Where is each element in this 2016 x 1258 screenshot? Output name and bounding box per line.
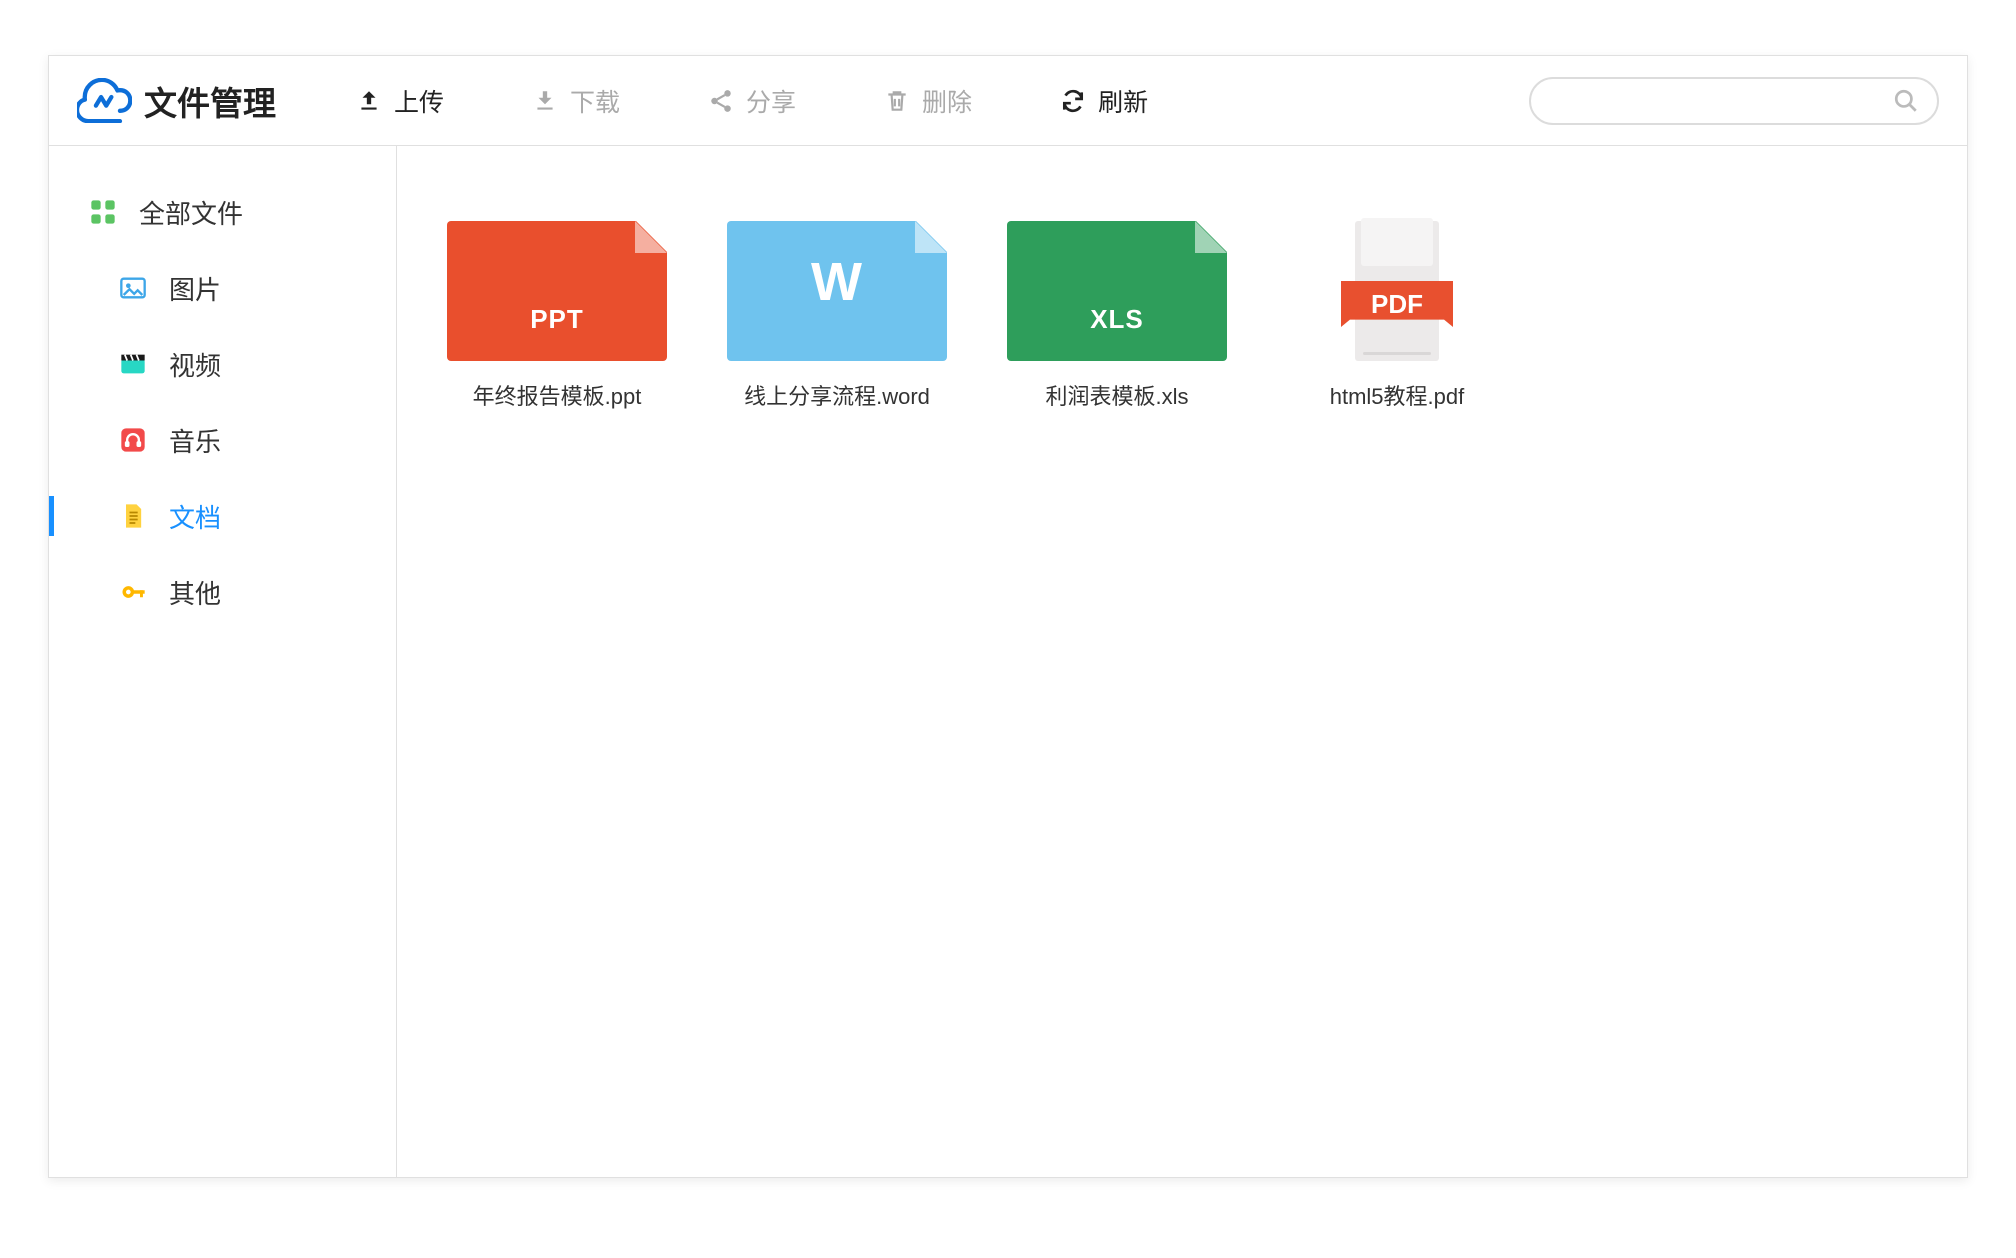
download-label: 下载 <box>570 83 620 119</box>
sidebar-item-label: 视频 <box>169 346 221 383</box>
sidebar-item-music[interactable]: 音乐 <box>49 402 396 478</box>
clapper-icon <box>119 350 147 378</box>
file-item-xls[interactable]: XLS 利润表模板.xls <box>1007 221 1227 411</box>
sidebar-item-videos[interactable]: 视频 <box>49 326 396 402</box>
sidebar: 全部文件 图片 视频 音乐 <box>49 146 397 1177</box>
header: 文件管理 上传 下载 分享 <box>49 56 1967 146</box>
main: PPT 年终报告模板.ppt W 线上分享流程.word <box>397 146 1967 1177</box>
word-file-icon: W <box>727 221 947 361</box>
body: 全部文件 图片 视频 音乐 <box>49 146 1967 1177</box>
refresh-icon <box>1060 88 1086 114</box>
sidebar-item-others[interactable]: 其他 <box>49 554 396 630</box>
file-type-badge: W <box>727 251 947 313</box>
toolbar: 上传 下载 分享 删除 <box>356 83 1529 119</box>
file-label: html5教程.pdf <box>1330 379 1465 411</box>
file-item-pdf[interactable]: PDF html5教程.pdf <box>1287 221 1507 411</box>
download-icon <box>532 88 558 114</box>
xls-file-icon: XLS <box>1007 221 1227 361</box>
search-input[interactable] <box>1549 89 1893 112</box>
app-title: 文件管理 <box>144 77 276 125</box>
app-window: 文件管理 上传 下载 分享 <box>48 55 1968 1178</box>
pdf-file-icon: PDF <box>1341 221 1453 361</box>
upload-button[interactable]: 上传 <box>356 83 444 119</box>
share-label: 分享 <box>746 83 796 119</box>
cloud-logo-icon <box>77 78 132 123</box>
file-item-word[interactable]: W 线上分享流程.word <box>727 221 947 411</box>
ppt-file-icon: PPT <box>447 221 667 361</box>
sidebar-item-images[interactable]: 图片 <box>49 250 396 326</box>
sidebar-item-label: 文档 <box>169 498 221 535</box>
refresh-label: 刷新 <box>1098 83 1148 119</box>
sidebar-item-label: 音乐 <box>169 422 221 459</box>
trash-icon <box>884 88 910 114</box>
sidebar-item-label: 图片 <box>169 270 221 307</box>
search-icon <box>1893 88 1919 114</box>
sidebar-item-label: 全部文件 <box>139 194 243 231</box>
file-label: 利润表模板.xls <box>1045 379 1188 411</box>
sidebar-item-label: 其他 <box>169 574 221 611</box>
search-box[interactable] <box>1529 77 1939 125</box>
file-type-badge: XLS <box>1007 304 1227 335</box>
share-button[interactable]: 分享 <box>708 83 796 119</box>
sidebar-item-documents[interactable]: 文档 <box>49 478 396 554</box>
delete-label: 删除 <box>922 83 972 119</box>
image-icon <box>119 274 147 302</box>
sidebar-item-all[interactable]: 全部文件 <box>49 174 396 250</box>
document-icon <box>119 502 147 530</box>
file-type-badge: PPT <box>447 304 667 335</box>
files-grid: PPT 年终报告模板.ppt W 线上分享流程.word <box>447 221 1917 411</box>
delete-button[interactable]: 删除 <box>884 83 972 119</box>
key-icon <box>119 578 147 606</box>
upload-label: 上传 <box>394 83 444 119</box>
file-item-ppt[interactable]: PPT 年终报告模板.ppt <box>447 221 667 411</box>
download-button[interactable]: 下载 <box>532 83 620 119</box>
headphones-icon <box>119 426 147 454</box>
file-label: 线上分享流程.word <box>744 379 930 411</box>
grid-icon <box>89 198 117 226</box>
share-icon <box>708 88 734 114</box>
upload-icon <box>356 88 382 114</box>
refresh-button[interactable]: 刷新 <box>1060 83 1148 119</box>
file-label: 年终报告模板.ppt <box>473 379 642 411</box>
